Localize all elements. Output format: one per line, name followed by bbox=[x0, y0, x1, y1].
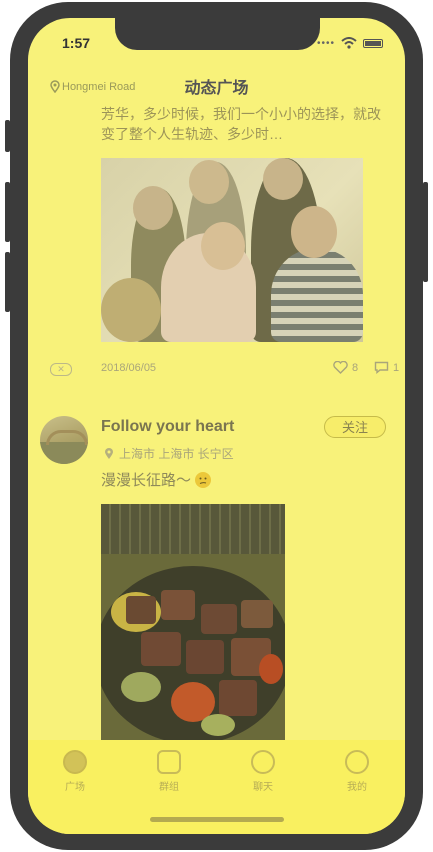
tab-chat[interactable]: 聊天 bbox=[233, 750, 293, 793]
post-text-content: 漫漫长征路～ bbox=[101, 472, 192, 489]
square-icon bbox=[63, 750, 87, 774]
post-meta: ✕ 2018/06/05 8 1 bbox=[50, 361, 399, 379]
tab-label: 群组 bbox=[159, 782, 179, 793]
post-date: 2018/06/05 bbox=[101, 362, 157, 374]
tab-label: 广场 bbox=[65, 782, 85, 793]
post-text[interactable]: 漫漫长征路～ bbox=[101, 469, 212, 490]
volume-up-button bbox=[5, 182, 10, 242]
home-indicator[interactable] bbox=[150, 817, 284, 822]
confused-emoji-icon bbox=[195, 471, 212, 488]
profile-icon bbox=[345, 750, 369, 774]
tab-groups[interactable]: 群组 bbox=[139, 750, 199, 793]
tab-label: 聊天 bbox=[253, 782, 273, 793]
post-location: 上海市 上海市 长宁区 bbox=[104, 445, 234, 462]
tab-me[interactable]: 我的 bbox=[327, 750, 387, 793]
power-button bbox=[423, 182, 428, 282]
comment-button[interactable]: 1 bbox=[374, 361, 399, 374]
wifi-icon bbox=[341, 37, 357, 49]
close-tag-icon[interactable]: ✕ bbox=[50, 363, 72, 376]
notch bbox=[115, 18, 320, 50]
page-title: 动态广场 bbox=[184, 80, 249, 97]
battery-icon bbox=[363, 38, 383, 48]
tab-bar: 广场 群组 聊天 我的 bbox=[28, 740, 405, 834]
group-icon bbox=[157, 750, 181, 774]
post-location-label: 上海市 上海市 长宁区 bbox=[119, 447, 234, 461]
keyboard-background bbox=[101, 504, 285, 554]
heart-icon bbox=[333, 361, 348, 374]
tab-square[interactable]: 广场 bbox=[45, 750, 105, 793]
post-photo[interactable] bbox=[101, 158, 363, 342]
screen: 1:57 •••• Hongmei Road 动态广场 芳华，多少时候，我们一个… bbox=[28, 18, 405, 834]
like-button[interactable]: 8 bbox=[333, 361, 358, 374]
mute-switch bbox=[5, 120, 10, 152]
follow-button[interactable]: 关注 bbox=[324, 416, 386, 438]
comment-icon bbox=[374, 361, 389, 374]
comment-count: 1 bbox=[393, 361, 400, 374]
volume-down-button bbox=[5, 252, 10, 312]
avatar[interactable] bbox=[40, 416, 88, 464]
post-photo[interactable] bbox=[101, 504, 285, 754]
nav-bar: Hongmei Road 动态广场 bbox=[28, 72, 405, 106]
signal-icon: •••• bbox=[316, 37, 335, 49]
status-icons: •••• bbox=[317, 37, 383, 49]
post-text[interactable]: 芳华，多少时候，我们一个小小的选择，就改变了整个人生轨迹、多少时… bbox=[101, 104, 391, 144]
username[interactable]: Follow your heart bbox=[101, 418, 234, 436]
location-pin-icon bbox=[105, 448, 113, 459]
chat-bubble-icon bbox=[251, 750, 275, 774]
like-count: 8 bbox=[352, 361, 359, 374]
status-time: 1:57 bbox=[62, 35, 91, 51]
tab-label: 我的 bbox=[347, 782, 367, 793]
